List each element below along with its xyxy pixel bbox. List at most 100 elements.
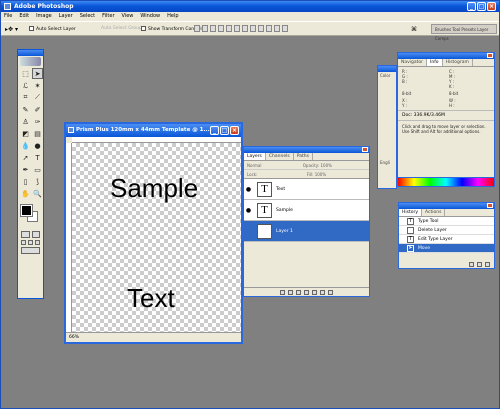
distribute-top-icon[interactable] bbox=[242, 25, 248, 32]
menu-window[interactable]: Window bbox=[140, 12, 160, 21]
blur-tool-icon[interactable]: 💧 bbox=[20, 140, 31, 151]
layer-row-text[interactable]: ● T Text bbox=[244, 179, 369, 200]
brush-tool-icon[interactable]: ✐ bbox=[32, 104, 43, 115]
history-item[interactable]: T Edit Type Layer bbox=[399, 235, 494, 244]
tab-histogram[interactable]: Histogram bbox=[443, 59, 473, 66]
tab-history[interactable]: History bbox=[399, 209, 423, 216]
distribute-bottom-icon[interactable] bbox=[258, 25, 264, 32]
standard-mode-icon[interactable] bbox=[21, 231, 30, 238]
palette-well[interactable]: Brushes Tool Presets Layer Comps bbox=[431, 24, 497, 41]
quick-mask-mode-icon[interactable] bbox=[31, 231, 40, 238]
new-snapshot-icon[interactable] bbox=[477, 262, 482, 267]
dodge-tool-icon[interactable]: ● bbox=[32, 140, 43, 151]
full-screen-mode-icon[interactable] bbox=[35, 240, 40, 245]
align-center-icon[interactable] bbox=[226, 25, 232, 32]
delete-state-icon[interactable] bbox=[485, 262, 490, 267]
gradient-tool-icon[interactable]: ▤ bbox=[32, 128, 43, 139]
close-button[interactable]: × bbox=[487, 2, 496, 11]
color-spectrum-bar[interactable] bbox=[397, 177, 495, 187]
layer-row-layer-1[interactable]: Layer 1 bbox=[244, 221, 369, 242]
path-selection-tool-icon[interactable]: ➚ bbox=[20, 152, 31, 163]
new-layer-icon[interactable] bbox=[320, 290, 325, 295]
notes-tool-icon[interactable]: ▯ bbox=[20, 176, 31, 187]
delete-layer-icon[interactable] bbox=[328, 290, 333, 295]
shape-tool-icon[interactable]: ▭ bbox=[32, 164, 43, 175]
menu-file[interactable]: File bbox=[4, 12, 12, 21]
history-item-selected[interactable]: ➤ Move bbox=[399, 244, 494, 253]
hand-tool-icon[interactable]: ✋ bbox=[20, 188, 31, 199]
toolbox-header[interactable] bbox=[18, 50, 43, 56]
document-maximize-button[interactable]: □ bbox=[220, 126, 229, 135]
marquee-tool-icon[interactable]: ⬚ bbox=[20, 68, 31, 79]
align-right-icon[interactable] bbox=[234, 25, 240, 32]
tab-info[interactable]: Info bbox=[427, 59, 443, 66]
color-tab-label[interactable]: Color bbox=[378, 72, 396, 79]
align-bottom-icon[interactable] bbox=[210, 25, 216, 32]
menu-edit[interactable]: Edit bbox=[19, 12, 29, 21]
full-screen-menu-mode-icon[interactable] bbox=[28, 240, 33, 245]
menu-filter[interactable]: Filter bbox=[102, 12, 114, 21]
tab-actions[interactable]: Actions bbox=[422, 209, 446, 216]
adjustment-layer-icon[interactable] bbox=[304, 290, 309, 295]
menu-view[interactable]: View bbox=[122, 12, 134, 21]
tab-layers[interactable]: Layers bbox=[244, 153, 266, 160]
layers-palette-close-icon[interactable] bbox=[362, 147, 368, 152]
file-browser-icon[interactable]: ⌘ bbox=[411, 26, 417, 33]
healing-brush-tool-icon[interactable]: ✎ bbox=[20, 104, 31, 115]
menu-help[interactable]: Help bbox=[167, 12, 178, 21]
layer-mask-icon[interactable] bbox=[296, 290, 301, 295]
standard-screen-mode-icon[interactable] bbox=[21, 240, 26, 245]
distribute-center-icon[interactable] bbox=[274, 25, 280, 32]
zoom-level[interactable]: 66% bbox=[69, 335, 79, 340]
align-middle-icon[interactable] bbox=[202, 25, 208, 32]
lasso-tool-icon[interactable]: ℒ bbox=[20, 80, 31, 91]
align-left-icon[interactable] bbox=[218, 25, 224, 32]
visibility-eye-icon[interactable]: ● bbox=[244, 207, 253, 214]
maximize-button[interactable]: □ bbox=[477, 2, 486, 11]
clone-stamp-tool-icon[interactable]: ♙ bbox=[20, 116, 31, 127]
eyedropper-tool-icon[interactable]: ⟆ bbox=[32, 176, 43, 187]
move-tool-icon[interactable]: ➤ bbox=[32, 68, 43, 79]
foreground-color-swatch[interactable] bbox=[20, 204, 33, 217]
layers-palette-header[interactable] bbox=[244, 147, 369, 153]
title-bar[interactable]: Adobe Photoshop _ □ × bbox=[1, 1, 499, 12]
type-tool-icon[interactable]: T bbox=[32, 152, 43, 163]
layer-row-sample[interactable]: ● T Sample bbox=[244, 200, 369, 221]
eraser-tool-icon[interactable]: ◩ bbox=[20, 128, 31, 139]
document-close-button[interactable]: × bbox=[230, 126, 239, 135]
distribute-middle-icon[interactable] bbox=[250, 25, 256, 32]
opacity-field[interactable]: Opacity: 100% bbox=[303, 163, 332, 168]
pen-tool-icon[interactable]: ✒ bbox=[20, 164, 31, 175]
document-title-bar[interactable]: Prism Plus 120mm x 44mm Template @ 1... … bbox=[66, 124, 241, 137]
document-minimize-button[interactable]: _ bbox=[210, 126, 219, 135]
history-brush-tool-icon[interactable]: ✑ bbox=[32, 116, 43, 127]
new-document-from-state-icon[interactable] bbox=[469, 262, 474, 267]
layer-style-icon[interactable] bbox=[288, 290, 293, 295]
text-text-layer[interactable]: Text bbox=[127, 283, 175, 314]
sample-text-layer[interactable]: Sample bbox=[110, 173, 198, 204]
info-palette-close-icon[interactable] bbox=[487, 53, 493, 58]
info-palette-header[interactable] bbox=[398, 53, 494, 59]
distribute-right-icon[interactable] bbox=[282, 25, 288, 32]
distribute-left-icon[interactable] bbox=[266, 25, 272, 32]
fill-field[interactable]: Fill: 100% bbox=[307, 172, 326, 177]
tab-paths[interactable]: Paths bbox=[294, 153, 313, 160]
zoom-tool-icon[interactable]: 🔍 bbox=[32, 188, 43, 199]
show-transform-checkbox[interactable] bbox=[141, 26, 146, 31]
color-palette-header[interactable] bbox=[378, 66, 396, 72]
tab-channels[interactable]: Channels bbox=[266, 153, 294, 160]
tab-navigator[interactable]: Navigator bbox=[398, 59, 428, 66]
document-canvas[interactable]: Sample Text bbox=[72, 143, 241, 332]
imageready-icon[interactable] bbox=[21, 247, 40, 254]
menu-image[interactable]: Image bbox=[36, 12, 52, 21]
menu-select[interactable]: Select bbox=[80, 12, 95, 21]
magic-wand-tool-icon[interactable]: ✶ bbox=[32, 80, 43, 91]
align-top-icon[interactable] bbox=[194, 25, 200, 32]
history-palette-close-icon[interactable] bbox=[487, 203, 493, 208]
blend-mode-select[interactable]: Normal bbox=[247, 163, 261, 168]
crop-tool-icon[interactable]: ⌗ bbox=[20, 92, 31, 103]
new-group-icon[interactable] bbox=[312, 290, 317, 295]
visibility-eye-icon[interactable]: ● bbox=[244, 186, 253, 193]
move-tool-preset-icon[interactable]: ▸✥ ▾ bbox=[5, 26, 18, 33]
minimize-button[interactable]: _ bbox=[467, 2, 476, 11]
